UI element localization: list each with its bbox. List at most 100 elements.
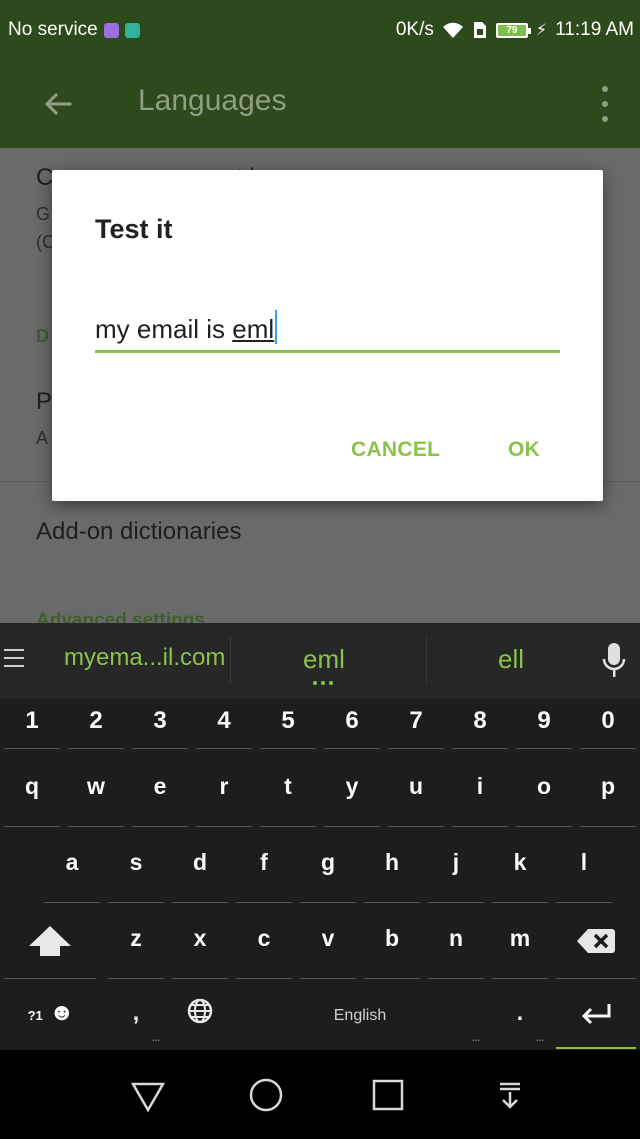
suggestion-center[interactable]: eml <box>303 644 345 675</box>
addon-dictionaries-item[interactable]: Add-on dictionaries <box>36 518 241 546</box>
key-hint-dots: ... <box>472 1033 480 1043</box>
key-g[interactable]: g <box>296 827 360 903</box>
key-s[interactable]: s <box>104 827 168 903</box>
net-speed-label: 0K/s <box>395 19 434 40</box>
home-circle-icon[interactable] <box>243 1072 289 1118</box>
recents-square-icon[interactable] <box>365 1072 411 1118</box>
key-q[interactable]: q <box>0 751 64 827</box>
key-t[interactable]: t <box>256 751 320 827</box>
navigation-bar <box>0 1050 640 1139</box>
wifi-icon <box>442 22 463 38</box>
suggestion-divider <box>230 637 231 683</box>
key-y[interactable]: y <box>320 751 384 827</box>
key-hint-dots: ... <box>536 1033 544 1043</box>
key-hint-dots: ... <box>152 1033 160 1043</box>
settings-item-title[interactable]: C <box>36 164 53 192</box>
charging-icon: ⚡ <box>535 22 548 39</box>
soft-keyboard: myema...il.com eml ell 1 2 3 4 5 6 7 8 9… <box>0 623 640 1050</box>
dialog-title: Test it <box>95 214 173 244</box>
sim-icon <box>473 22 486 38</box>
back-arrow-icon[interactable] <box>38 84 78 124</box>
key-c[interactable]: c <box>232 903 296 979</box>
globe-icon <box>187 998 213 1024</box>
app-bar: Languages <box>0 60 640 148</box>
period-key[interactable]: . ... <box>488 979 552 1049</box>
android-notification-icon <box>124 22 140 38</box>
key-5[interactable]: 5 <box>256 701 320 749</box>
clock: 11:19 AM <box>555 19 634 40</box>
cancel-button[interactable]: CANCEL <box>351 438 440 462</box>
settings-item-summary-3: A <box>36 428 49 448</box>
key-r[interactable]: r <box>192 751 256 827</box>
battery-icon: 79 <box>495 22 531 38</box>
key-h[interactable]: h <box>360 827 424 903</box>
key-b[interactable]: b <box>360 903 424 979</box>
key-6[interactable]: 6 <box>320 701 384 749</box>
composing-text: eml <box>232 314 275 344</box>
input-text: my email is <box>95 314 233 344</box>
test-input-field[interactable]: my email is eml <box>95 310 278 345</box>
key-1[interactable]: 1 <box>0 701 64 749</box>
space-key[interactable]: English ... <box>232 979 488 1049</box>
comma-key[interactable]: , ... <box>104 979 168 1049</box>
symbols-emoji-key[interactable]: ?1 ☻ <box>16 979 86 1049</box>
status-bar: No service 0K/s 79 ⚡ 11:19 AM <box>0 0 640 60</box>
key-u[interactable]: u <box>384 751 448 827</box>
key-0[interactable]: 0 <box>576 701 640 749</box>
enter-icon <box>581 1004 611 1025</box>
key-e[interactable]: e <box>128 751 192 827</box>
key-z[interactable]: z <box>104 903 168 979</box>
ok-button[interactable]: OK <box>508 438 540 462</box>
suggestion-strip: myema...il.com eml ell <box>0 623 640 699</box>
suggestion-right[interactable]: ell <box>498 644 524 675</box>
key-4[interactable]: 4 <box>192 701 256 749</box>
key-n[interactable]: n <box>424 903 488 979</box>
backspace-key[interactable] <box>552 903 640 979</box>
key-x[interactable]: x <box>168 903 232 979</box>
key-p[interactable]: p <box>576 751 640 827</box>
key-j[interactable]: j <box>424 827 488 903</box>
key-d[interactable]: d <box>168 827 232 903</box>
key-m[interactable]: m <box>488 903 552 979</box>
key-3[interactable]: 3 <box>128 701 192 749</box>
key-8[interactable]: 8 <box>448 701 512 749</box>
shift-key[interactable] <box>0 903 100 979</box>
overflow-menu-icon[interactable] <box>600 86 610 122</box>
key-i[interactable]: i <box>448 751 512 827</box>
key-l[interactable]: l <box>552 827 616 903</box>
input-underline <box>95 350 560 353</box>
carrier-label: No service <box>8 19 98 40</box>
key-w[interactable]: w <box>64 751 128 827</box>
more-suggestions-indicator <box>313 681 333 685</box>
test-it-dialog: Test it my email is eml CANCEL OK <box>52 170 603 501</box>
page-title: Languages <box>138 84 287 117</box>
symbols-label: ?1 <box>27 1008 43 1023</box>
key-2[interactable]: 2 <box>64 701 128 749</box>
key-7[interactable]: 7 <box>384 701 448 749</box>
backspace-icon <box>577 929 615 953</box>
back-triangle-icon[interactable] <box>125 1072 171 1118</box>
app-notification-icon <box>103 22 119 38</box>
settings-item-title-2[interactable]: P <box>36 388 52 416</box>
space-language-label: English <box>333 1007 387 1024</box>
key-o[interactable]: o <box>512 751 576 827</box>
microphone-icon[interactable] <box>602 641 626 679</box>
enter-key[interactable] <box>552 979 640 1049</box>
key-9[interactable]: 9 <box>512 701 576 749</box>
language-switch-key[interactable] <box>168 979 232 1049</box>
suggestion-divider <box>426 637 427 683</box>
suggestion-left[interactable]: myema...il.com <box>64 644 225 672</box>
period-label: . <box>516 999 524 1025</box>
comma-label: , <box>132 999 140 1025</box>
key-a[interactable]: a <box>40 827 104 903</box>
settings-category-header: D <box>36 326 49 346</box>
hide-keyboard-icon[interactable] <box>487 1072 533 1118</box>
key-f[interactable]: f <box>232 827 296 903</box>
emoji-icon: ☻ <box>49 999 75 1026</box>
shift-icon <box>29 926 71 956</box>
text-caret <box>275 310 278 344</box>
settings-item-summary: G <box>36 204 51 224</box>
keyboard-menu-icon[interactable] <box>4 649 24 667</box>
key-k[interactable]: k <box>488 827 552 903</box>
key-v[interactable]: v <box>296 903 360 979</box>
